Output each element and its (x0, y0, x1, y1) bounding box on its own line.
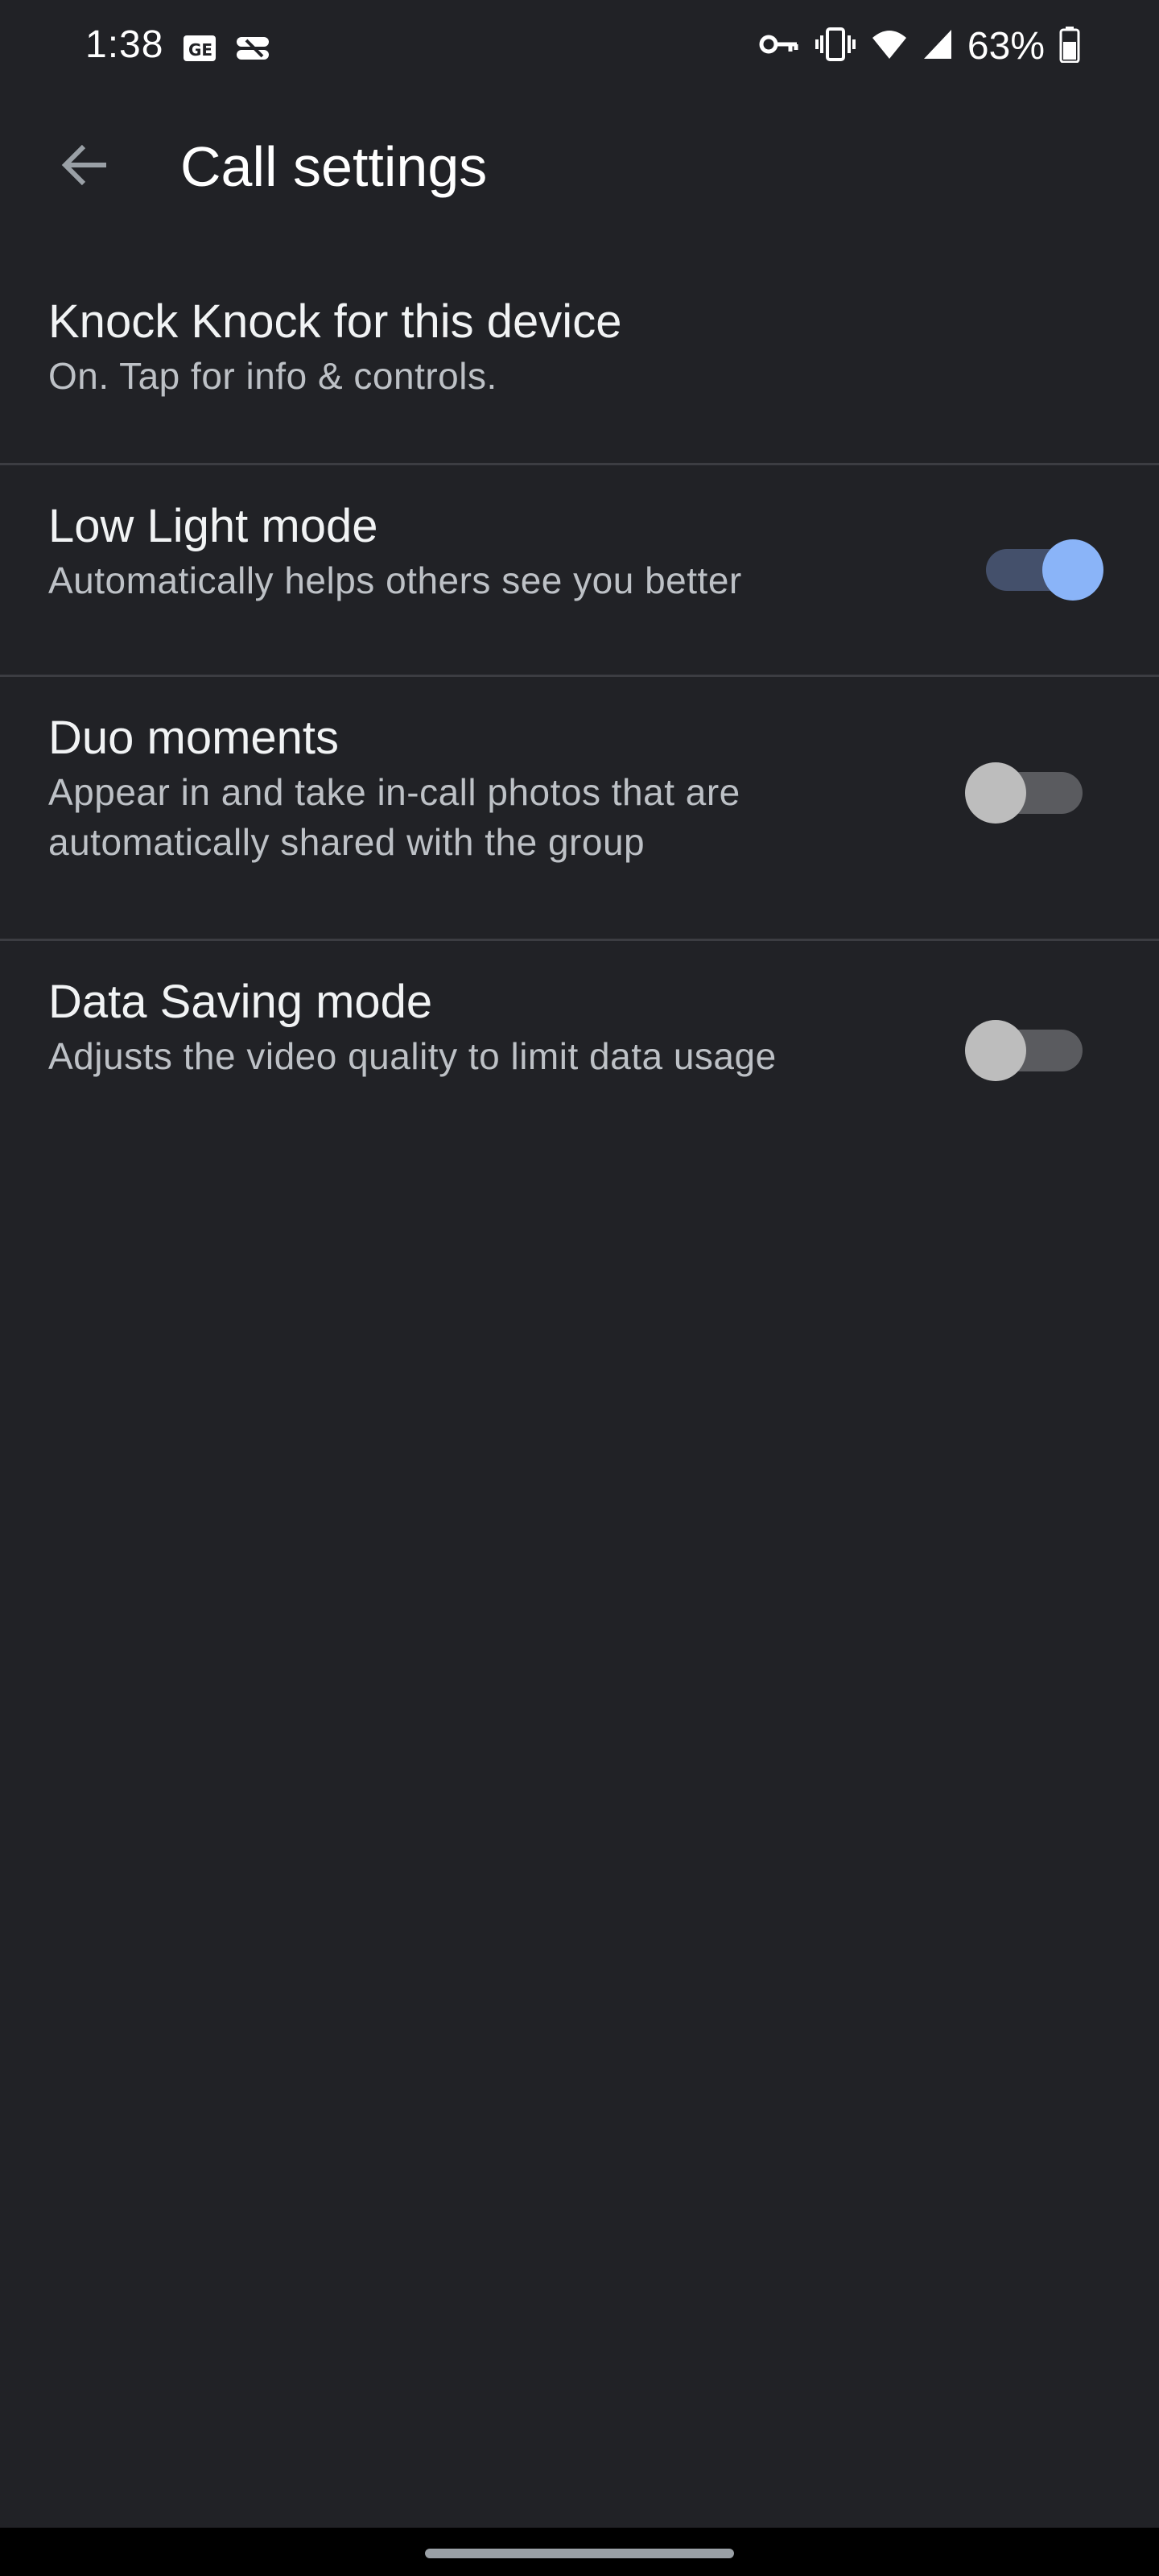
toggle-thumb (965, 1020, 1026, 1081)
battery-icon (1059, 26, 1080, 67)
system-status-icons: 63% (758, 24, 1080, 68)
setting-data-saving-mode[interactable]: Data Saving mode Adjusts the video quali… (0, 941, 1159, 1150)
toggle-thumb (1042, 539, 1103, 601)
battery-percent: 63% (967, 25, 1045, 68)
dropbox-icon (233, 32, 272, 68)
status-time: 1:38 (85, 23, 164, 66)
setting-subtitle: Adjusts the video quality to limit data … (48, 1035, 777, 1077)
setting-subtitle: On. Tap for info & controls. (48, 355, 497, 397)
setting-subtitle: Appear in and take in-call photos that a… (48, 771, 740, 863)
svg-text:GE: GE (188, 40, 212, 60)
page-title: Call settings (180, 135, 488, 198)
setting-duo-moments[interactable]: Duo moments Appear in and take in-call p… (0, 677, 1159, 939)
duo-moments-toggle[interactable] (965, 762, 1083, 824)
navigation-bar (0, 2528, 1159, 2576)
back-button[interactable] (48, 130, 121, 203)
arrow-back-icon (58, 138, 111, 196)
wifi-icon (871, 28, 908, 64)
cell-signal-icon (922, 28, 953, 64)
data-saving-mode-toggle[interactable] (965, 1020, 1083, 1081)
setting-title: Low Light mode (48, 500, 378, 552)
home-gesture-handle[interactable] (425, 2549, 734, 2558)
settings-list: Knock Knock for this device On. Tap for … (0, 266, 1159, 1150)
notification-icons: GE (182, 32, 272, 68)
call-settings-screen: 1:38 GE 63% Call settings Knock Knock fo… (0, 0, 1159, 2576)
setting-knock-knock[interactable]: Knock Knock for this device On. Tap for … (0, 266, 1159, 463)
setting-title: Data Saving mode (48, 976, 433, 1028)
low-light-mode-toggle[interactable] (986, 539, 1103, 601)
setting-title: Duo moments (48, 712, 340, 764)
news-icon: GE (182, 32, 217, 68)
setting-low-light-mode[interactable]: Low Light mode Automatically helps other… (0, 465, 1159, 675)
vpn-key-icon (758, 28, 800, 64)
vibrate-icon (815, 26, 856, 67)
setting-subtitle: Automatically helps others see you bette… (48, 559, 742, 601)
setting-title: Knock Knock for this device (48, 295, 622, 348)
app-bar: Call settings (0, 113, 1159, 217)
toggle-thumb (965, 762, 1026, 824)
status-bar: 1:38 GE 63% (0, 0, 1159, 97)
